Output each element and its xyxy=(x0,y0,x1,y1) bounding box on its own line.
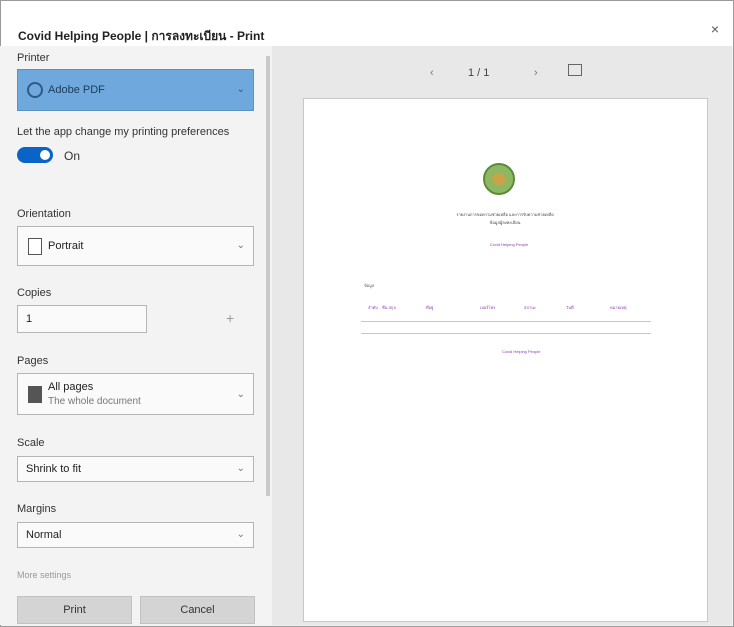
table-divider xyxy=(361,333,651,334)
fit-page-icon[interactable] xyxy=(568,64,582,76)
scale-select[interactable]: Shrink to fit ⌄ xyxy=(17,456,254,482)
doc-footer-link: Covid Helping People xyxy=(502,349,541,354)
pages-subtext: The whole document xyxy=(48,396,141,407)
preview-toolbar: ‹ 1 / 1 › xyxy=(272,62,732,86)
orientation-select[interactable]: Portrait ⌄ xyxy=(17,226,254,266)
orientation-label: Orientation xyxy=(17,208,71,220)
preferences-label: Let the app change my printing preferenc… xyxy=(17,126,230,138)
copies-increment-icon[interactable]: + xyxy=(226,310,234,326)
doc-heading: รายงานการขอความช่วยเหลือ และการรับความช่… xyxy=(456,212,554,217)
page-indicator: 1 / 1 xyxy=(468,67,490,79)
printer-select[interactable]: Adobe PDF ⌄ xyxy=(17,69,254,111)
chevron-down-icon: ⌄ xyxy=(236,84,245,95)
pages-value: All pages xyxy=(48,381,94,393)
doc-col-3: ที่อยู่ xyxy=(426,305,434,310)
cancel-button[interactable]: Cancel xyxy=(140,596,255,624)
printer-value: Adobe PDF xyxy=(48,84,105,96)
doc-col-5: สถานะ xyxy=(524,305,536,310)
dialog-title: Covid Helping People | การลงทะเบียน - Pr… xyxy=(18,29,265,43)
pages-icon xyxy=(28,386,42,403)
printer-icon xyxy=(27,82,43,98)
doc-col-7: หมายเหตุ xyxy=(610,305,627,310)
print-button[interactable]: Print xyxy=(17,596,132,624)
margins-value: Normal xyxy=(26,529,62,541)
chevron-down-icon: ⌄ xyxy=(236,240,245,251)
emblem-inner xyxy=(492,173,506,185)
doc-table-label: ข้อมูล xyxy=(364,283,375,288)
portrait-icon xyxy=(28,238,42,255)
copies-input[interactable]: 1 xyxy=(17,305,147,333)
emblem-logo xyxy=(483,163,515,195)
chevron-down-icon: ⌄ xyxy=(236,463,245,474)
doc-col-2: ชื่อ-สกุล xyxy=(382,305,396,310)
dialog-titlebar: Covid Helping People | การลงทะเบียน - Pr… xyxy=(1,1,733,47)
toggle-knob xyxy=(40,150,50,160)
next-page-icon[interactable]: › xyxy=(534,67,538,79)
toggle-state-text: On xyxy=(64,149,81,163)
doc-col-1: ลำดับ xyxy=(368,305,378,310)
doc-link: Covid Helping People xyxy=(489,242,529,247)
doc-col-6: วันที่ xyxy=(566,305,574,310)
margins-select[interactable]: Normal ⌄ xyxy=(17,522,254,548)
chevron-down-icon: ⌄ xyxy=(236,389,245,400)
printer-label: Printer xyxy=(17,52,50,64)
margins-label: Margins xyxy=(17,503,57,515)
scale-label: Scale xyxy=(17,437,45,449)
pages-label: Pages xyxy=(17,355,49,367)
chevron-down-icon: ⌄ xyxy=(236,529,245,540)
pages-select[interactable]: All pages The whole document ⌄ xyxy=(17,373,254,415)
copies-value: 1 xyxy=(26,313,33,325)
more-settings-link[interactable]: More settings xyxy=(17,570,71,580)
scale-value: Shrink to fit xyxy=(26,463,82,475)
close-icon[interactable]: × xyxy=(705,19,725,39)
doc-col-4: เบอร์โทร xyxy=(480,305,496,310)
settings-scrollbar[interactable] xyxy=(266,56,270,496)
preview-page: รายงานการขอความช่วยเหลือ และการรับความช่… xyxy=(303,98,708,622)
doc-subheading: ข้อมูลผู้ลงทะเบียน xyxy=(489,220,521,225)
previous-page-icon[interactable]: ‹ xyxy=(430,67,434,79)
orientation-value: Portrait xyxy=(48,240,84,252)
preferences-toggle[interactable] xyxy=(17,147,53,163)
table-divider xyxy=(361,321,651,322)
copies-label: Copies xyxy=(17,287,52,299)
